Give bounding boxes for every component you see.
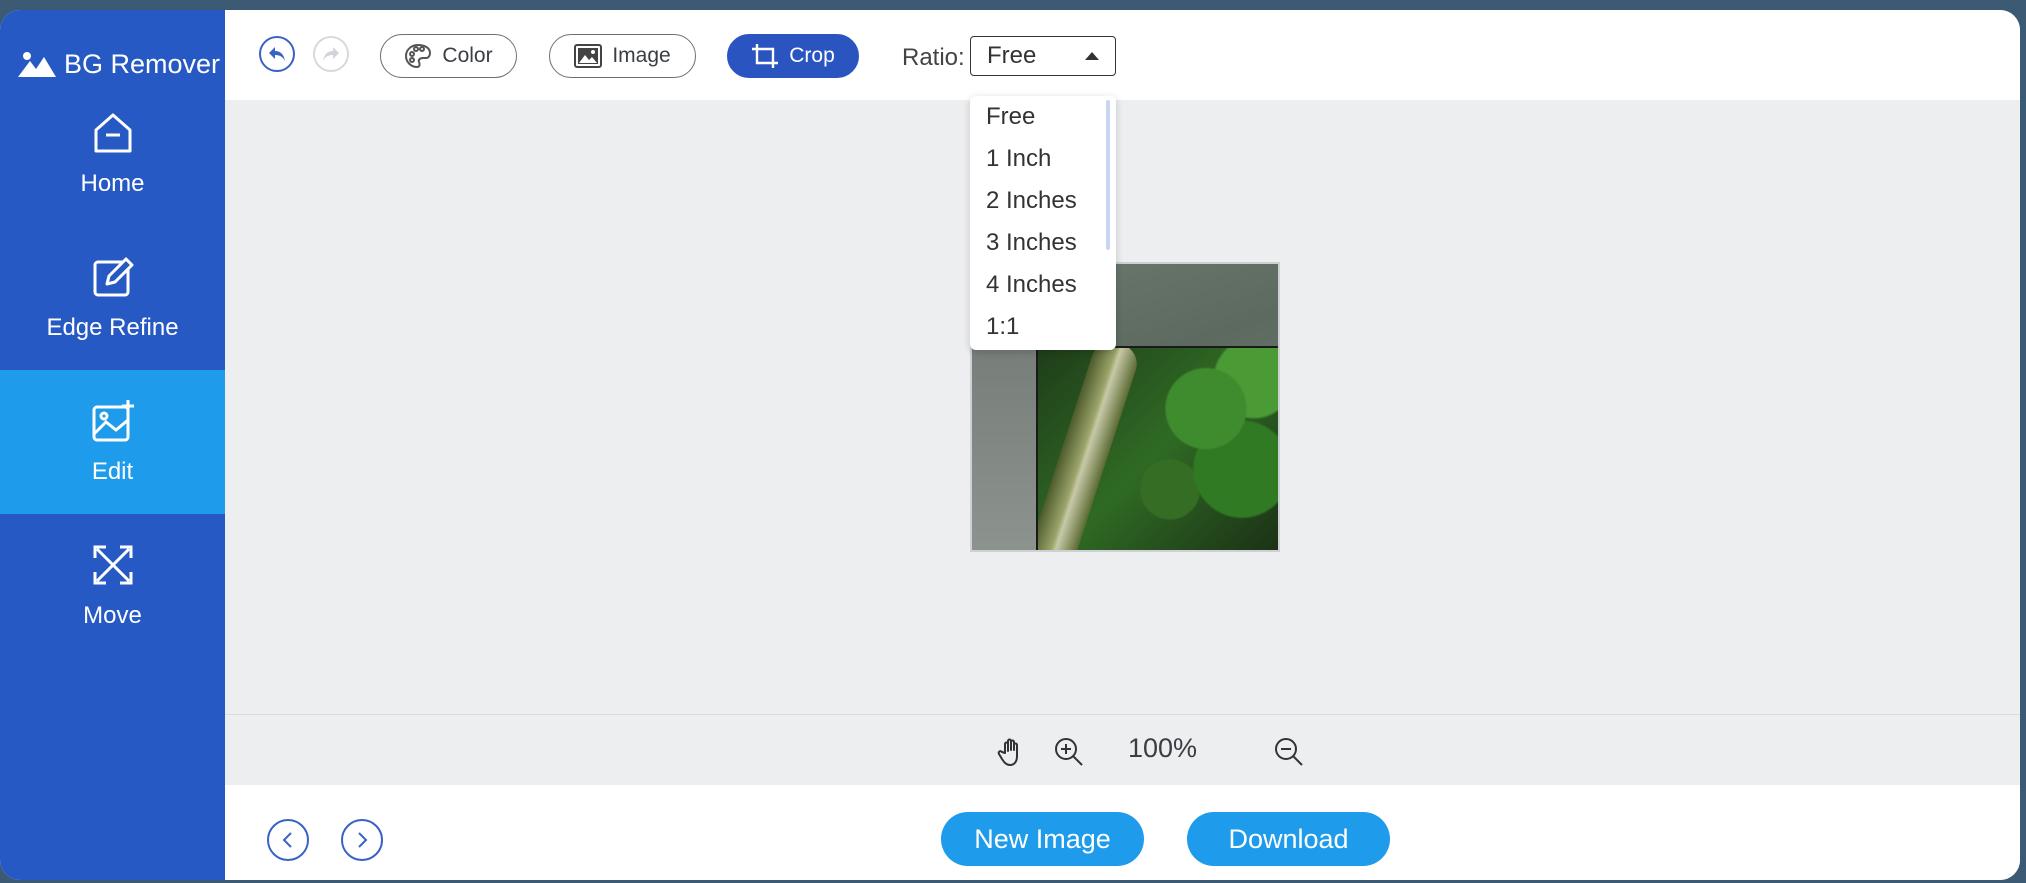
sidebar-item-home[interactable]: Home (0, 82, 225, 226)
previous-button[interactable] (267, 819, 309, 861)
crop-icon (752, 44, 779, 68)
zoom-out-icon[interactable] (1272, 735, 1306, 769)
crop-button-label: Crop (789, 44, 835, 67)
image-icon (574, 44, 603, 68)
undo-button[interactable] (259, 36, 295, 72)
new-image-button[interactable]: New Image (941, 812, 1144, 866)
chevron-right-icon (358, 832, 368, 848)
sidebar: BG Remover Home Edge Refine Edit Move (0, 10, 225, 880)
color-button-label: Color (442, 44, 493, 67)
sidebar-item-label: Edge Refine (46, 314, 179, 341)
zoom-in-icon[interactable] (1052, 735, 1086, 769)
sidebar-item-label: Edit (91, 458, 134, 485)
home-icon (94, 113, 131, 153)
ratio-option[interactable]: 1 Inch (970, 138, 1116, 180)
toolbar: Color Image Crop Ratio: Free (225, 10, 2020, 100)
ratio-select[interactable]: Free (970, 36, 1116, 76)
edit-pen-icon (93, 257, 133, 297)
tree-trunk (1038, 348, 1142, 550)
next-button[interactable] (341, 819, 383, 861)
footer: New Image Download (225, 785, 2020, 880)
app-title: BG Remover (64, 48, 221, 79)
sidebar-item-edit[interactable]: Edit (0, 370, 225, 514)
sidebar-item-label: Home (80, 170, 145, 197)
redo-icon (323, 47, 339, 61)
image-button-label: Image (612, 44, 671, 67)
zoom-level: 100% (1128, 733, 1198, 763)
app-window: BG Remover Home Edge Refine Edit Move Co… (0, 10, 2020, 880)
redo-button[interactable] (313, 36, 349, 72)
hand-pan-icon[interactable] (995, 735, 1029, 769)
sidebar-item-edge-refine[interactable]: Edge Refine (0, 226, 225, 370)
ratio-option[interactable]: 1:1 (970, 306, 1116, 348)
zoom-bar: 100% (225, 714, 2020, 786)
ratio-option[interactable]: 3 Inches (970, 222, 1116, 264)
undo-icon (269, 47, 285, 61)
dropdown-scrollbar[interactable] (1106, 100, 1110, 250)
download-button[interactable]: Download (1187, 812, 1390, 866)
palette-icon (405, 43, 432, 69)
ratio-option[interactable]: 4 Inches (970, 264, 1116, 306)
ratio-label: Ratio: (902, 44, 965, 71)
image-edit-icon (92, 400, 134, 442)
photo-background-area (972, 346, 1036, 550)
color-button[interactable]: Color (380, 34, 517, 78)
download-label: Download (1228, 823, 1349, 854)
sidebar-item-label: Move (83, 602, 142, 629)
chevron-left-icon (282, 832, 292, 848)
ratio-selected-value: Free (987, 42, 1037, 69)
caret-up-icon (1085, 52, 1099, 60)
move-arrows-icon (93, 545, 132, 585)
ratio-option[interactable]: Free (970, 96, 1116, 138)
crop-frame[interactable] (1036, 346, 1278, 550)
crop-button[interactable]: Crop (727, 34, 859, 78)
ratio-dropdown: Free 1 Inch 2 Inches 3 Inches 4 Inches 1… (970, 96, 1116, 350)
mountain-logo-icon (18, 52, 56, 77)
ratio-option[interactable]: 2 Inches (970, 180, 1116, 222)
app-brand: BG Remover (18, 44, 220, 84)
image-button[interactable]: Image (549, 34, 696, 78)
new-image-label: New Image (974, 823, 1111, 854)
sidebar-item-move[interactable]: Move (0, 514, 225, 658)
